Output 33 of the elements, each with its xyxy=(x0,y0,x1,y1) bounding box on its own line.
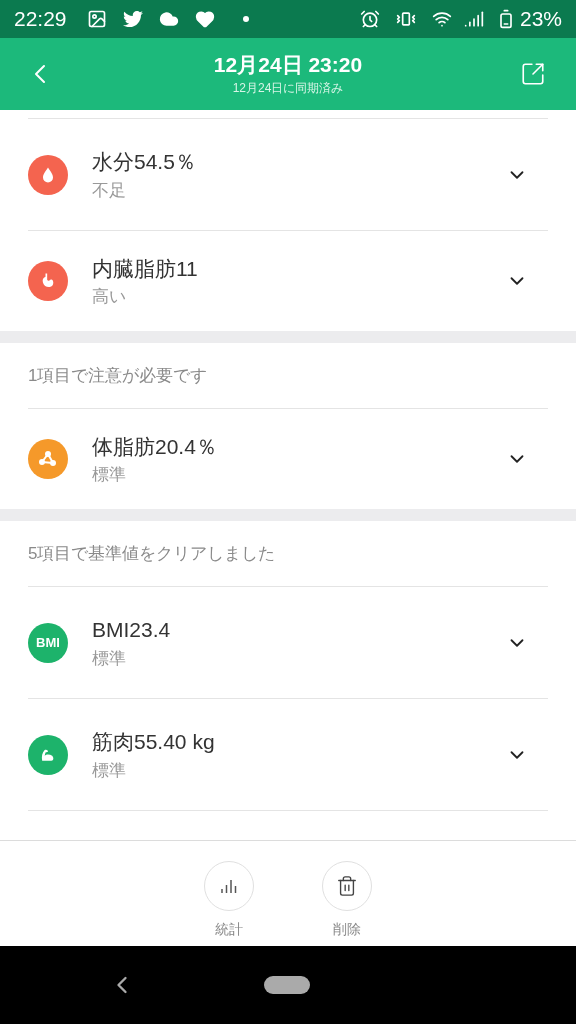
metric-row[interactable]: 水分54.5％ 不足 xyxy=(28,119,548,231)
vibrate-icon xyxy=(395,9,416,29)
wifi-icon xyxy=(431,9,452,29)
trash-icon xyxy=(336,875,358,897)
metric-status: 標準 xyxy=(92,647,127,670)
metric-value: 内臓脂肪11 xyxy=(92,255,199,282)
metric-value: BMI23.4 xyxy=(92,617,172,643)
share-icon xyxy=(520,61,546,87)
signal-icon xyxy=(463,9,484,29)
alarm-icon xyxy=(359,9,380,29)
page-title: 12月24日 23:20 xyxy=(213,52,363,78)
section-heading: 1項目で注意が必要です xyxy=(28,343,548,409)
clock: 22:29 xyxy=(14,6,67,33)
home-pill-icon[interactable] xyxy=(264,976,310,994)
heart-icon xyxy=(194,9,215,29)
metric-status: 標準 xyxy=(92,759,127,782)
metric-row[interactable]: 筋肉55.40 kg 標準 xyxy=(28,699,548,811)
metric-status: 高い xyxy=(92,286,127,308)
bird-icon xyxy=(122,9,143,29)
metric-value: 筋肉55.40 kg xyxy=(92,729,216,755)
battery-percent: 23% xyxy=(519,6,562,33)
metric-status: 標準 xyxy=(92,464,127,486)
section-heading: 5項目で基準値をクリアしました xyxy=(28,521,548,587)
metric-row[interactable]: BMI BMI23.4 標準 xyxy=(28,587,548,699)
metric-value: 体脂肪20.4％ xyxy=(92,433,218,460)
sync-status: 12月24日に同期済み xyxy=(232,80,344,97)
metric-status: 不足 xyxy=(92,179,127,202)
image-icon xyxy=(86,9,107,29)
metric-row[interactable]: 体脂肪20.4％ 標準 xyxy=(28,409,548,509)
metric-value: 水分54.5％ xyxy=(92,149,197,175)
metric-row[interactable]: 内臓脂肪11 高い xyxy=(28,231,548,331)
cloud-icon xyxy=(158,9,179,29)
icon-label: BMI xyxy=(36,633,60,652)
